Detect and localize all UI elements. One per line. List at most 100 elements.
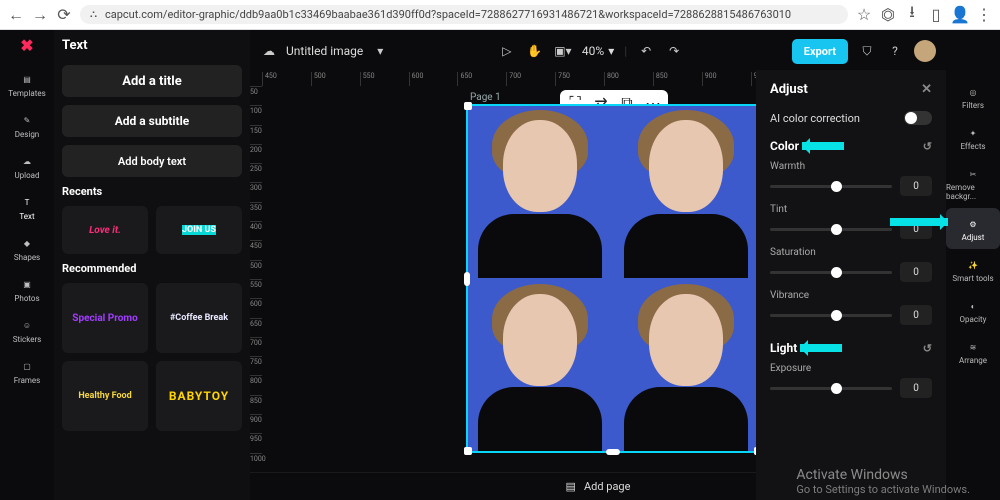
- preset-coffee-break[interactable]: #Coffee Break: [156, 283, 242, 353]
- saturation-value[interactable]: 0: [900, 262, 932, 282]
- close-icon[interactable]: ✕: [921, 82, 932, 97]
- cursor-tool-icon[interactable]: ▷: [498, 42, 516, 60]
- profile-icon[interactable]: 👤: [952, 7, 968, 23]
- bookmark-star-icon[interactable]: ☆: [856, 7, 872, 23]
- exposure-value[interactable]: 0: [900, 378, 932, 398]
- rnav-arrange[interactable]: ≋Arrange: [946, 331, 1000, 372]
- cloud-save-icon[interactable]: ☁: [260, 42, 278, 60]
- recents-label: Recents: [62, 185, 242, 198]
- ruler-vertical: 5010015020025030035040045050055060065070…: [250, 86, 262, 472]
- rnav-remove-bg[interactable]: ✂Remove backgr...: [946, 158, 1000, 208]
- remove-bg-icon: ✂: [964, 165, 982, 183]
- nav-text[interactable]: TText: [0, 186, 54, 227]
- annotation-arrow-icon: [800, 344, 842, 352]
- photo-tile: [468, 106, 612, 278]
- stickers-icon: ☺: [17, 315, 37, 335]
- annotation-arrow-icon: [802, 142, 844, 150]
- adjust-panel: Adjust ✕ AI color correction Color ↺ War…: [756, 70, 946, 500]
- selected-image[interactable]: [468, 106, 758, 451]
- resize-handle[interactable]: [606, 449, 620, 455]
- zoom-control[interactable]: 40%▾: [582, 44, 614, 58]
- recommended-label: Recommended: [62, 262, 242, 275]
- resize-handle[interactable]: [464, 447, 472, 455]
- add-title-button[interactable]: Add a title: [62, 65, 242, 97]
- browser-back-icon[interactable]: ←: [8, 7, 24, 23]
- ai-color-toggle[interactable]: [904, 111, 932, 125]
- saturation-slider[interactable]: [770, 271, 892, 274]
- help-icon[interactable]: ?: [886, 42, 904, 60]
- rnav-smart-tools[interactable]: ✨Smart tools: [946, 249, 1000, 290]
- tint-slider[interactable]: [770, 228, 892, 231]
- nav-shapes[interactable]: ◆Shapes: [0, 227, 54, 268]
- panel-icon[interactable]: ▯: [928, 7, 944, 23]
- smart-tools-icon: ✨: [964, 256, 982, 274]
- export-button[interactable]: Export: [792, 39, 848, 64]
- nav-templates[interactable]: ▤Templates: [0, 63, 54, 104]
- browser-forward-icon[interactable]: →: [32, 7, 48, 23]
- ai-color-label: AI color correction: [770, 112, 860, 125]
- filters-icon: ◎: [964, 83, 982, 101]
- browser-reload-icon[interactable]: ⟳: [56, 7, 72, 23]
- doc-name[interactable]: Untitled image: [286, 44, 363, 58]
- add-page-button[interactable]: Add page: [584, 480, 630, 493]
- add-page-icon[interactable]: ▤: [566, 480, 576, 493]
- warmth-value[interactable]: 0: [900, 176, 932, 196]
- nav-frames[interactable]: ▢Frames: [0, 350, 54, 391]
- text-icon: T: [17, 192, 37, 212]
- rnav-opacity[interactable]: ◐Opacity: [946, 290, 1000, 331]
- nav-design[interactable]: ✎Design: [0, 104, 54, 145]
- reset-color-icon[interactable]: ↺: [923, 140, 932, 153]
- windows-watermark: Activate Windows Go to Settings to activ…: [796, 467, 970, 496]
- page-label: Page 1: [470, 92, 501, 103]
- design-icon: ✎: [17, 110, 37, 130]
- annotation-arrow-icon: [890, 218, 948, 226]
- nav-stickers[interactable]: ☺Stickers: [0, 309, 54, 350]
- download-icon[interactable]: ⭳: [904, 7, 920, 23]
- photos-icon: ▣: [17, 274, 37, 294]
- redo-icon[interactable]: ↷: [665, 42, 683, 60]
- adjust-icon: ⚙: [964, 215, 982, 233]
- nav-upload[interactable]: ☁Upload: [0, 145, 54, 186]
- warmth-label: Warmth: [770, 161, 932, 172]
- frames-icon: ▢: [17, 356, 37, 376]
- preset-special-promo[interactable]: Special Promo: [62, 283, 148, 353]
- text-panel-title: Text: [62, 38, 242, 53]
- resize-handle[interactable]: [464, 102, 472, 110]
- effects-icon: ✦: [964, 124, 982, 142]
- preset-joinus[interactable]: JOIN US: [156, 206, 242, 254]
- add-body-button[interactable]: Add body text: [62, 145, 242, 177]
- preset-loveit[interactable]: Love it.: [62, 206, 148, 254]
- undo-icon[interactable]: ↶: [637, 42, 655, 60]
- shapes-icon: ◆: [17, 233, 37, 253]
- user-avatar[interactable]: [914, 40, 936, 62]
- layout-tool-icon[interactable]: ▣▾: [554, 42, 572, 60]
- shield-icon[interactable]: ⛉: [858, 42, 876, 60]
- saturation-label: Saturation: [770, 247, 932, 258]
- exposure-label: Exposure: [770, 363, 932, 374]
- photo-tile: [614, 106, 758, 278]
- preset-babytoy[interactable]: BABYTOY: [156, 361, 242, 431]
- add-subtitle-button[interactable]: Add a subtitle: [62, 105, 242, 137]
- tint-label: Tint: [770, 204, 932, 215]
- warmth-slider[interactable]: [770, 185, 892, 188]
- capcut-logo[interactable]: ✖: [20, 36, 33, 55]
- rnav-filters[interactable]: ◎Filters: [946, 76, 1000, 117]
- resize-handle[interactable]: [464, 272, 470, 286]
- extensions-icon[interactable]: ⏣: [880, 7, 896, 23]
- exposure-slider[interactable]: [770, 387, 892, 390]
- adjust-title: Adjust: [770, 82, 808, 97]
- url-text: capcut.com/editor-graphic/ddb9aa0b1c3346…: [105, 8, 791, 21]
- reset-light-icon[interactable]: ↺: [923, 342, 932, 355]
- chevron-down-icon[interactable]: ▾: [371, 42, 389, 60]
- hand-tool-icon[interactable]: ✋: [526, 42, 544, 60]
- photo-tile: [468, 280, 612, 452]
- vibrance-slider[interactable]: [770, 314, 892, 317]
- templates-icon: ▤: [17, 69, 37, 89]
- chrome-menu-icon[interactable]: ⋮: [976, 7, 992, 23]
- vibrance-value[interactable]: 0: [900, 305, 932, 325]
- nav-photos[interactable]: ▣Photos: [0, 268, 54, 309]
- url-bar[interactable]: ⛬ capcut.com/editor-graphic/ddb9aa0b1c33…: [80, 5, 848, 24]
- arrange-icon: ≋: [964, 338, 982, 356]
- rnav-effects[interactable]: ✦Effects: [946, 117, 1000, 158]
- preset-healthy-food[interactable]: Healthy Food: [62, 361, 148, 431]
